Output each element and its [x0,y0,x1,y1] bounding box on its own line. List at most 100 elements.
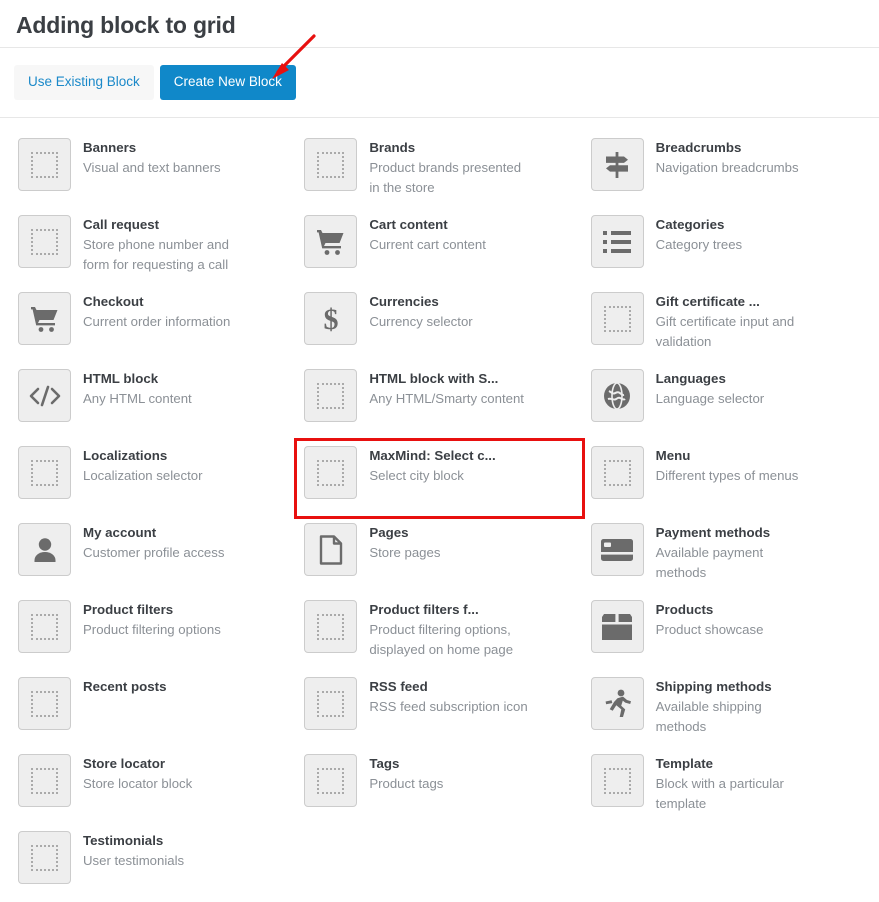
block-name: Template [655,756,714,771]
block-text: MaxMind: Select c... Select city block [369,446,495,486]
block-item-categories[interactable]: Categories Category trees [583,209,869,286]
block-type-grid: Banners Visual and text banners Brands Prod… [0,118,879,902]
block-item-call-request[interactable]: Call request Store phone number and form … [10,209,296,286]
block-item-testimonials[interactable]: Testimonials User testimonials [10,825,296,902]
block-item-tags[interactable]: Tags Product tags [296,748,582,825]
globe-icon [590,369,644,422]
credit-card-icon [590,523,644,576]
block-item-gift-certificate[interactable]: Gift certificate ... Gift certificate inp… [583,286,869,363]
block-name: MaxMind: Select c... [369,448,496,463]
use-existing-block-tab[interactable]: Use Existing Block [14,65,154,100]
block-item-payment-methods[interactable]: Payment methods Available payment methods [583,517,869,594]
page-icon [304,523,358,576]
block-item-products[interactable]: Products Product showcase [583,594,869,671]
block-text: Recent posts [83,677,167,697]
block-description: Available shipping methods [655,699,762,734]
page-header: Adding block to grid [0,0,879,48]
block-description: Navigation breadcrumbs [655,160,799,175]
block-description: Current cart content [369,237,486,252]
block-text: Checkout Current order information [83,292,230,332]
placeholder-icon [18,446,71,499]
block-description: Product showcase [655,622,764,637]
user-icon [18,523,71,576]
block-description: Block with a particular template [655,776,784,811]
create-new-block-tab[interactable]: Create New Block [159,65,296,100]
block-name: Brands [369,140,416,155]
block-name: Checkout [83,294,144,309]
block-description: Store phone number and form for requesti… [83,237,229,272]
block-item-product-filters-f[interactable]: Product filters f... Product filtering op… [296,594,582,671]
placeholder-icon [18,215,71,268]
block-description: Visual and text banners [83,160,221,175]
block-description: RSS feed subscription icon [369,699,528,714]
block-name: Call request [83,217,160,232]
block-description: Select city block [369,468,464,483]
signpost-icon [590,138,644,191]
block-item-banners[interactable]: Banners Visual and text banners [10,132,296,209]
block-description: User testimonials [83,853,185,868]
block-item-brands[interactable]: Brands Product brands presented in the st… [296,132,582,209]
block-name: Store locator [83,756,166,771]
placeholder-icon [18,677,71,730]
block-name: Testimonials [83,833,164,848]
block-description: Currency selector [369,314,473,329]
page-title: Adding block to grid [16,12,236,38]
block-name: Shipping methods [655,679,772,694]
block-item-product-filters[interactable]: Product filters Product filtering options [10,594,296,671]
block-text: Breadcrumbs Navigation breadcrumbs [656,138,799,178]
block-item-languages[interactable]: Languages Language selector [583,363,869,440]
dollar-icon: $ [304,292,358,345]
block-name: Categories [655,217,725,232]
block-name: Tags [369,756,400,771]
block-item-checkout[interactable]: Checkout Current order information [10,286,296,363]
block-text: RSS feed RSS feed subscription icon [369,677,527,717]
block-item-pages[interactable]: Pages Store pages [296,517,582,594]
block-description: Category trees [655,237,743,252]
block-name: My account [83,525,157,540]
block-item-cart-content[interactable]: Cart content Current cart content [296,209,582,286]
block-item-localizations[interactable]: Localizations Localization selector [10,440,296,517]
block-name: Product filters f... [369,602,479,617]
block-description: Product tags [369,776,444,791]
block-name: Menu [655,448,691,463]
placeholder-icon [304,600,358,653]
block-item-html-block-with-s[interactable]: HTML block with S... Any HTML/Smarty cont… [296,363,582,440]
placeholder-icon [18,831,71,884]
block-description: Current order information [83,314,231,329]
block-text: Pages Store pages [369,523,440,563]
placeholder-icon [590,292,644,345]
block-name: Currencies [369,294,439,309]
block-item-breadcrumbs[interactable]: Breadcrumbs Navigation breadcrumbs [583,132,869,209]
block-item-menu[interactable]: Menu Different types of menus [583,440,869,517]
block-text: Template Block with a particular template [656,754,816,814]
block-text: Currencies Currency selector [369,292,472,332]
block-item-rss-feed[interactable]: RSS feed RSS feed subscription icon [296,671,582,748]
block-text: HTML block with S... Any HTML/Smarty cont… [369,369,524,409]
placeholder-icon [18,600,71,653]
block-description: Customer profile access [83,545,225,560]
block-item-shipping-methods[interactable]: Shipping methods Available shipping metho… [583,671,869,748]
block-item-my-account[interactable]: My account Customer profile access [10,517,296,594]
block-item-html-block[interactable]: HTML block Any HTML content [10,363,296,440]
block-name: Pages [369,525,409,540]
shopping-cart-icon [18,292,71,345]
code-icon [18,369,71,422]
block-text: Categories Category trees [656,215,743,255]
block-item-template[interactable]: Template Block with a particular template [583,748,869,825]
placeholder-icon [304,677,358,730]
block-name: Gift certificate ... [655,294,760,309]
block-item-maxmind-select-c[interactable]: MaxMind: Select c... Select city block [294,438,585,519]
block-text: Banners Visual and text banners [83,138,221,178]
block-name: Banners [83,140,137,155]
block-text: HTML block Any HTML content [83,369,192,409]
block-text: Menu Different types of menus [656,446,799,486]
block-item-store-locator[interactable]: Store locator Store locator block [10,748,296,825]
block-description: Product filtering options, displayed on … [369,622,514,657]
block-description: Available payment methods [655,545,764,580]
block-source-tabbar: Use Existing Block Create New Block [0,48,879,118]
block-description: Product filtering options [83,622,221,637]
block-name: HTML block with S... [369,371,499,386]
block-name: Recent posts [83,679,167,694]
block-item-currencies[interactable]: $ Currencies Currency selector [296,286,582,363]
block-item-recent-posts[interactable]: Recent posts [10,671,296,748]
